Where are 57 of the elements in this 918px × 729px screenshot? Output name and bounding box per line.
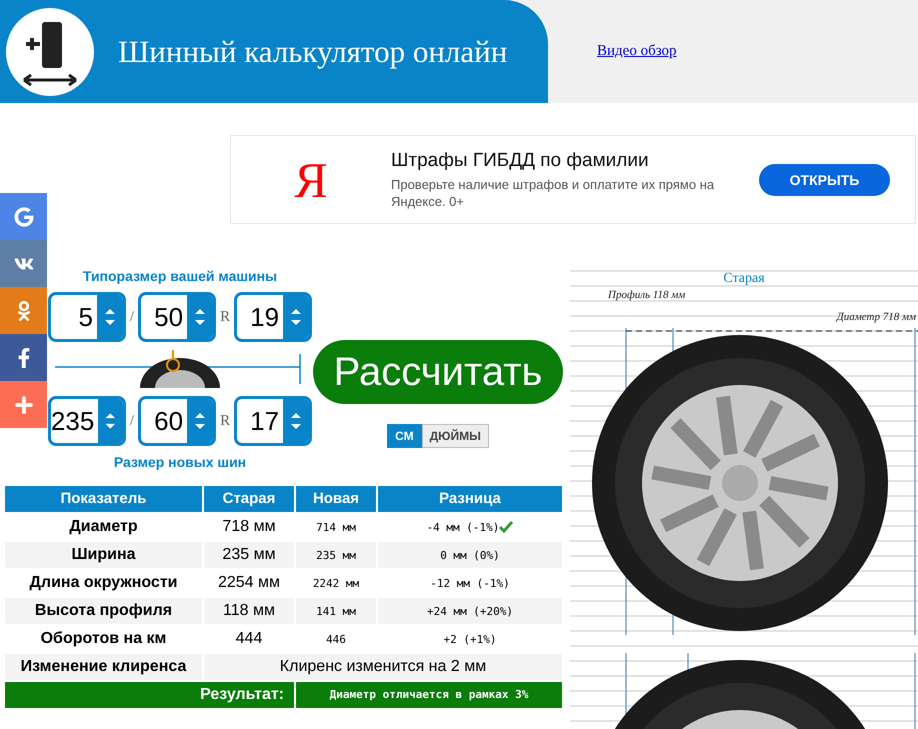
diagram-title: Старая [722, 271, 766, 287]
table-cell: 0 мм (0%) [440, 548, 500, 562]
spinner-icon[interactable] [187, 295, 214, 339]
size-field[interactable]: 19 [234, 292, 312, 342]
size-field[interactable]: 5 [48, 292, 126, 342]
table-cell: 118 мм [204, 598, 294, 624]
spinner-icon[interactable] [98, 399, 123, 443]
new-size-label: Размер новых шин [114, 454, 246, 470]
column-header: Разница [378, 486, 562, 512]
table-cell: Ширина [5, 542, 202, 568]
result-text: Диаметр отличается в рамках 3% [296, 682, 562, 708]
column-header: Старая [204, 486, 294, 512]
ad-title: Штрафы ГИБДД по фамилии [391, 150, 650, 172]
table-cell: +24 мм (+20%) [426, 604, 514, 618]
table-cell: Клиренс изменится на 2 мм [204, 654, 562, 680]
ad-logo: Я [293, 150, 329, 208]
table-cell: Изменение клиренса [5, 654, 202, 680]
more-icon [14, 394, 34, 414]
open-button[interactable]: ОТКРЫТЬ [759, 164, 890, 196]
share-button[interactable] [0, 381, 47, 428]
share-button[interactable] [0, 287, 47, 334]
table-cell: 235 мм [296, 542, 376, 568]
size-field[interactable]: 235 [48, 396, 126, 446]
spinner-icon[interactable] [96, 295, 123, 339]
size-field[interactable]: 17 [234, 396, 312, 446]
column-header: Показатель [5, 486, 202, 512]
unit-toggle[interactable]: СМ [387, 424, 422, 448]
separator: / [130, 308, 134, 326]
video-review-link[interactable]: Видео обзор [597, 43, 677, 60]
table-cell: 141 мм [296, 598, 376, 624]
calculate-button[interactable]: Рассчитать [313, 340, 563, 404]
share-button[interactable] [0, 193, 47, 240]
size-field[interactable]: 50 [138, 292, 216, 342]
separator: / [130, 412, 134, 430]
spinner-icon[interactable] [283, 295, 310, 339]
ad-text: Проверьте наличие штрафов и оплатите их прямо на Яндексе. 0+ [391, 176, 716, 210]
google-icon [14, 206, 34, 226]
table-cell: -4 мм (-1%) [426, 520, 500, 534]
table-cell: 235 мм [204, 542, 294, 568]
old-size-label: Типоразмер вашей машины [82, 268, 278, 284]
diameter-label: Диаметр 718 мм [836, 311, 916, 323]
table-cell: -12 мм (-1%) [430, 576, 510, 590]
separator: R [220, 412, 230, 430]
spinner-icon[interactable] [187, 399, 214, 443]
page-title: Шинный калькулятор онлайн [118, 34, 508, 70]
result-label: Результат: [5, 682, 294, 708]
table-cell: +2 (+1%) [444, 632, 496, 646]
spinner-icon[interactable] [283, 399, 310, 443]
share-button[interactable] [0, 334, 47, 381]
tire-logo-icon [6, 8, 94, 96]
column-header: Новая [296, 486, 376, 512]
separator: R [220, 308, 230, 326]
table-cell: Высота профиля [5, 598, 202, 624]
share-button[interactable] [0, 240, 47, 287]
size-field[interactable]: 60 [138, 396, 216, 446]
profile-label: Профиль 118 мм [608, 289, 686, 301]
unit-toggle[interactable]: ДЮЙМЫ [422, 424, 489, 448]
